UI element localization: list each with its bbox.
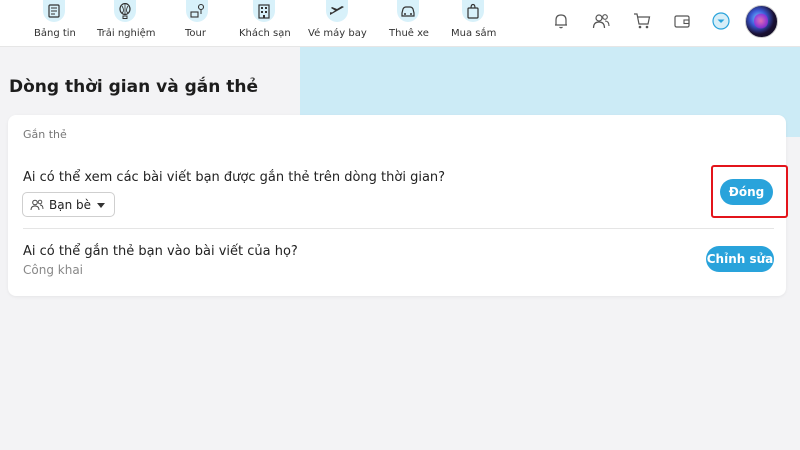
nav-item-tour[interactable]: Tour (185, 0, 209, 47)
balloon-icon (114, 0, 136, 22)
news-icon (43, 0, 65, 22)
nav-label-tour: Tour (185, 28, 206, 39)
tour-icon (186, 0, 208, 22)
nav-item-car-rental[interactable]: Thuê xe (389, 0, 429, 47)
who-can-tag-value: Công khai (23, 263, 83, 277)
avatar[interactable] (745, 5, 778, 38)
edit-button[interactable]: Chỉnh sửa (706, 246, 774, 272)
nav-item-shopping[interactable]: Mua sắm (451, 0, 497, 47)
friends-icon[interactable] (591, 11, 611, 31)
section-title: Gắn thẻ (23, 128, 67, 141)
wallet-icon[interactable] (672, 11, 692, 31)
cart-icon[interactable] (632, 11, 652, 31)
chevron-down-circle-icon[interactable] (711, 11, 731, 31)
audience-dropdown[interactable]: Bạn bè (22, 192, 115, 217)
close-button[interactable]: Đóng (720, 179, 773, 205)
nav-item-experience[interactable]: Trải nghiệm (97, 0, 156, 47)
nav-item-news[interactable]: Bảng tin (34, 0, 76, 47)
tagging-settings-card: Gắn thẻ Ai có thể xem các bài viết bạn đ… (8, 115, 786, 296)
top-navigation-bar: Bảng tin Trải nghiệm Tour Khách sạn Vé m… (0, 0, 800, 47)
who-can-tag-question: Ai có thể gắn thẻ bạn vào bài viết của h… (23, 244, 298, 259)
plane-icon (326, 0, 348, 22)
nav-label-news: Bảng tin (34, 28, 76, 39)
bell-icon[interactable] (551, 11, 571, 31)
nav-label-hotel: Khách sạn (239, 28, 291, 39)
hotel-icon (253, 0, 275, 22)
friends-icon (30, 199, 44, 210)
nav-item-flights[interactable]: Vé máy bay (308, 0, 367, 47)
nav-label-experience: Trải nghiệm (97, 28, 156, 39)
car-icon (397, 0, 419, 22)
nav-item-hotel[interactable]: Khách sạn (239, 0, 291, 47)
page-title: Dòng thời gian và gắn thẻ (9, 77, 259, 97)
caret-down-icon (97, 203, 105, 208)
shopping-bag-icon (462, 0, 484, 22)
nav-label-flights: Vé máy bay (308, 28, 367, 39)
nav-label-shopping: Mua sắm (451, 28, 497, 39)
divider (23, 228, 774, 229)
audience-dropdown-value: Bạn bè (49, 197, 92, 212)
timeline-tag-visibility-question: Ai có thể xem các bài viết bạn được gắn … (23, 170, 446, 185)
nav-label-car-rental: Thuê xe (389, 28, 429, 39)
